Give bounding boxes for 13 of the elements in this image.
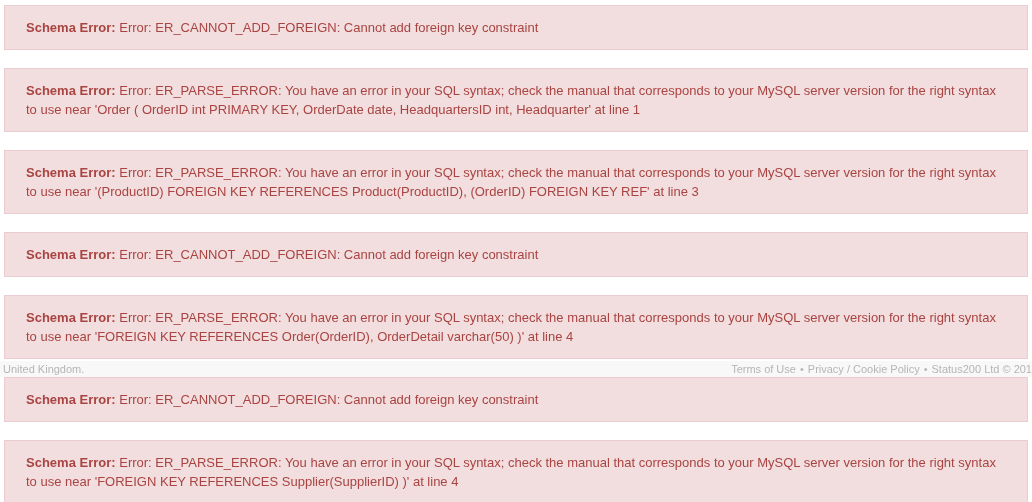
- footer-location: United Kingdom.: [3, 363, 85, 375]
- footer-link[interactable]: Status200 Ltd © 201: [931, 363, 1032, 375]
- error-alert: Schema Error: Error: ER_PARSE_ERROR: You have an error in your SQL syntax; check the manual that corresponds to your MySQL server version for the right syntax to use near 'Order ( OrderID int PRIMARY KEY, OrderDate date, HeadquartersID int, Headquarter' at line 1: [4, 68, 1028, 132]
- footer-link[interactable]: Privacy / Cookie Policy: [807, 363, 920, 375]
- error-alert: Schema Error: Error: ER_CANNOT_ADD_FOREIGN: Cannot add foreign key constraint: [4, 377, 1028, 422]
- error-alert: Schema Error: Error: ER_CANNOT_ADD_FOREIGN: Cannot add foreign key constraint: [4, 232, 1028, 277]
- error-alert: Schema Error: Error: ER_PARSE_ERROR: You have an error in your SQL syntax; check the manual that corresponds to your MySQL server version for the right syntax to use near 'FOREIGN KEY REFERENCES Order(OrderID), OrderDetail varchar(50) )' at line 4: [4, 295, 1028, 359]
- footer-separator: •: [799, 363, 804, 375]
- error-alert: Schema Error: Error: ER_PARSE_ERROR: You have an error in your SQL syntax; check the manual that corresponds to your MySQL server version for the right syntax to use near '(ProductID) FOREIGN KEY REFERENCES Product(ProductID), (OrderID) FOREIGN KEY REF' at line 3: [4, 150, 1028, 214]
- footer-link[interactable]: Terms of Use: [731, 363, 796, 375]
- footer-separator: •: [923, 363, 928, 375]
- error-alert: Schema Error: Error: ER_CANNOT_ADD_FOREIGN: Cannot add foreign key constraint: [4, 5, 1028, 50]
- error-alert: Schema Error: Error: ER_PARSE_ERROR: You have an error in your SQL syntax; check the manual that corresponds to your MySQL server version for the right syntax to use near 'FOREIGN KEY REFERENCES Supplier(SupplierID) )' at line 4: [4, 440, 1028, 502]
